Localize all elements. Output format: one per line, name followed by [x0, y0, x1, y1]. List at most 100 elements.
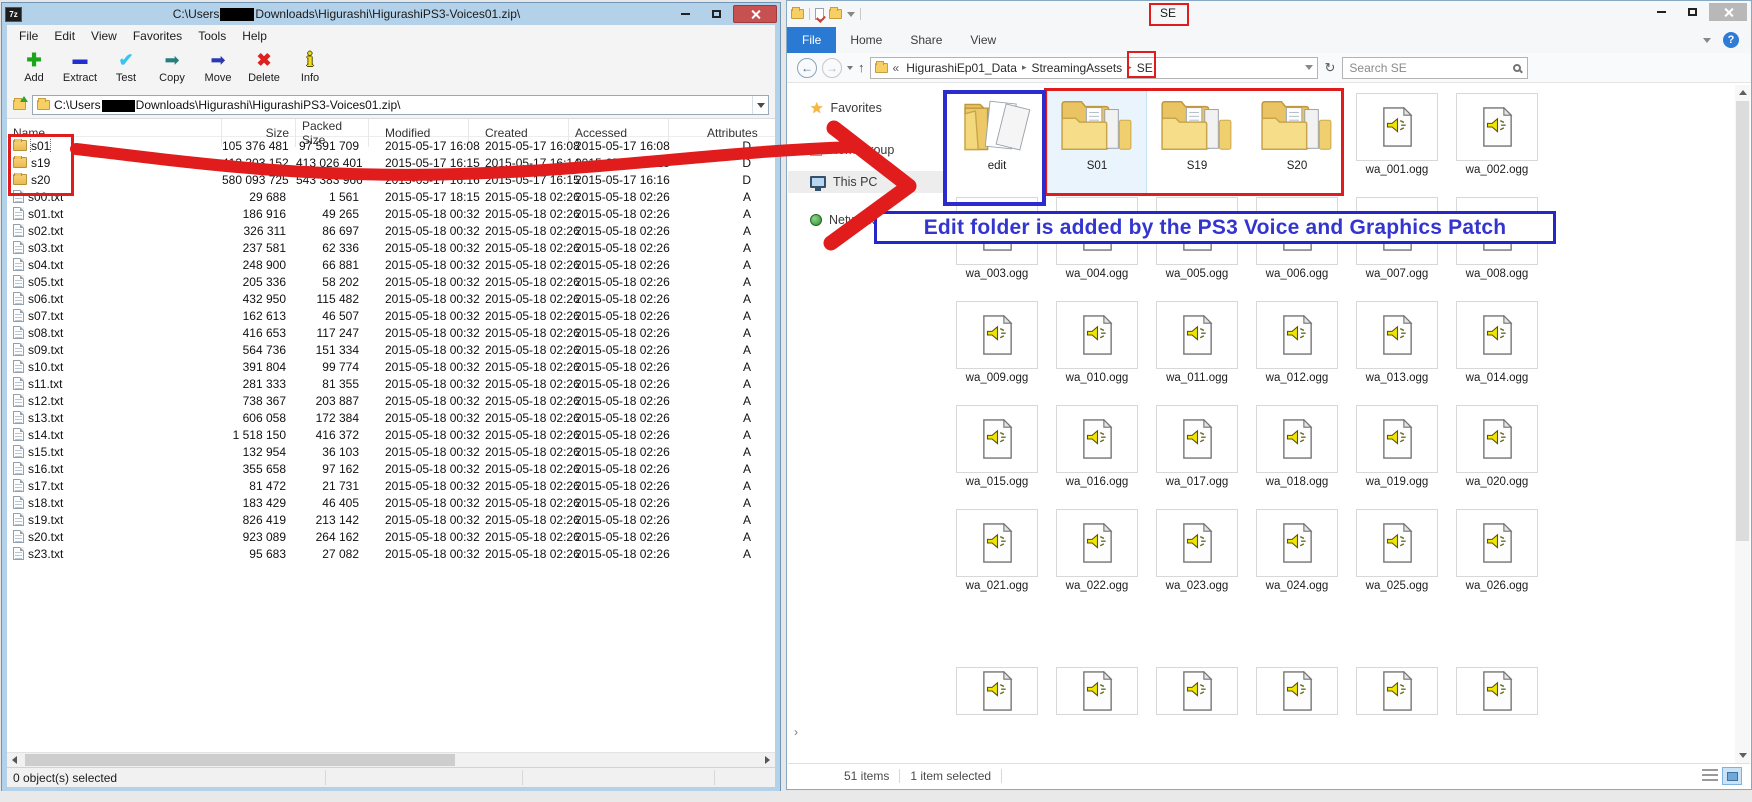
table-row[interactable]: s20580 093 725543 383 9662015-05-17 16:1…: [7, 171, 775, 188]
file-item[interactable]: wa_022.ogg: [1048, 507, 1146, 611]
file-item[interactable]: wa_019.ogg: [1348, 403, 1446, 507]
file-item[interactable]: wa_001.ogg: [1348, 91, 1446, 195]
close-button[interactable]: [733, 5, 777, 23]
breadcrumb-overflow-icon[interactable]: «: [891, 61, 902, 75]
nav-scroll-icon[interactable]: ›: [794, 725, 798, 739]
toolbar-delete-button[interactable]: ✖Delete: [243, 48, 285, 84]
toolbar-copy-button[interactable]: ➡Copy: [151, 48, 193, 84]
expand-ribbon-icon[interactable]: [1703, 38, 1711, 43]
customize-qat-icon[interactable]: [847, 12, 855, 17]
file-item[interactable]: [1248, 611, 1346, 715]
table-row[interactable]: s17.txt81 47221 7312015-05-18 00:322015-…: [7, 477, 775, 494]
table-row[interactable]: s07.txt162 61346 5072015-05-18 00:322015…: [7, 307, 775, 324]
sidebar-item-network[interactable]: Network: [788, 209, 946, 231]
table-row[interactable]: s10.txt391 80499 7742015-05-18 00:322015…: [7, 358, 775, 375]
toolbar-extract-button[interactable]: ▬Extract: [59, 48, 101, 84]
table-row[interactable]: s01105 376 48197 591 7092015-05-17 16:08…: [7, 137, 775, 154]
file-item[interactable]: wa_003.ogg: [948, 195, 1046, 299]
menu-edit[interactable]: Edit: [46, 29, 83, 43]
minimize-button[interactable]: [1647, 3, 1676, 21]
table-row[interactable]: s19.txt826 419213 1422015-05-18 00:32201…: [7, 511, 775, 528]
file-item[interactable]: wa_014.ogg: [1448, 299, 1546, 403]
file-item[interactable]: wa_021.ogg: [948, 507, 1046, 611]
table-row[interactable]: s01.txt186 91649 2652015-05-18 00:322015…: [7, 205, 775, 222]
toolbar-info-button[interactable]: iInfo: [289, 48, 331, 84]
7zip-titlebar[interactable]: 7z C:\UsersDownloads\Higurashi\Higurashi…: [2, 3, 780, 25]
horizontal-scrollbar[interactable]: [7, 752, 775, 767]
file-item[interactable]: wa_020.ogg: [1448, 403, 1546, 507]
toolbar-move-button[interactable]: ➡Move: [197, 48, 239, 84]
table-row[interactable]: s15.txt132 95436 1032015-05-18 00:322015…: [7, 443, 775, 460]
sidebar-item-favorites[interactable]: ★Favorites: [788, 97, 946, 119]
sidebar-item-this-pc[interactable]: This PC: [788, 171, 946, 193]
folder-item[interactable]: edit: [948, 91, 1046, 195]
file-item[interactable]: wa_002.ogg: [1448, 91, 1546, 195]
scroll-right-icon[interactable]: [765, 756, 770, 764]
table-row[interactable]: s18.txt183 42946 4052015-05-18 00:322015…: [7, 494, 775, 511]
maximize-button[interactable]: [1678, 3, 1707, 21]
7zip-address-combobox[interactable]: C:\UsersDownloads\Higurashi\HigurashiPS3…: [32, 95, 769, 115]
list-column-headers[interactable]: NameSizePacked SizeModifiedCreatedAccess…: [7, 119, 775, 137]
file-item[interactable]: wa_024.ogg: [1248, 507, 1346, 611]
forward-button[interactable]: →: [822, 58, 842, 78]
recent-locations-icon[interactable]: [847, 66, 853, 70]
file-item[interactable]: wa_026.ogg: [1448, 507, 1546, 611]
address-dropdown-button[interactable]: [752, 96, 768, 114]
scrollbar-thumb[interactable]: [1736, 101, 1749, 541]
tab-home[interactable]: Home: [836, 27, 896, 53]
table-row[interactable]: s11.txt281 33381 3552015-05-18 00:322015…: [7, 375, 775, 392]
folder-item[interactable]: S01: [1048, 91, 1146, 195]
thumbnail-view-button[interactable]: [1722, 767, 1742, 785]
file-item[interactable]: wa_012.ogg: [1248, 299, 1346, 403]
file-item[interactable]: wa_006.ogg: [1248, 195, 1346, 299]
tab-view[interactable]: View: [956, 27, 1010, 53]
table-row[interactable]: s12.txt738 367203 8872015-05-18 00:32201…: [7, 392, 775, 409]
folder-item[interactable]: S20: [1248, 91, 1346, 195]
file-item[interactable]: wa_010.ogg: [1048, 299, 1146, 403]
file-item[interactable]: [1348, 611, 1446, 715]
address-dropdown-button[interactable]: [1301, 65, 1317, 70]
breadcrumb-item[interactable]: SE: [1135, 61, 1155, 75]
file-item[interactable]: [948, 611, 1046, 715]
properties-shortcut-icon[interactable]: [815, 8, 824, 20]
scroll-down-icon[interactable]: [1739, 753, 1747, 758]
breadcrumb-item[interactable]: HigurashiEp01_Data: [904, 61, 1019, 75]
tab-file[interactable]: File: [787, 27, 836, 53]
file-item[interactable]: [1048, 611, 1146, 715]
menu-favorites[interactable]: Favorites: [125, 29, 190, 43]
root-folder-icon[interactable]: [13, 100, 26, 110]
menu-tools[interactable]: Tools: [190, 29, 234, 43]
explorer-titlebar[interactable]: SE: [787, 1, 1751, 27]
file-item[interactable]: wa_009.ogg: [948, 299, 1046, 403]
table-row[interactable]: s23.txt95 68327 0822015-05-18 00:322015-…: [7, 545, 775, 562]
file-item[interactable]: wa_025.ogg: [1348, 507, 1446, 611]
up-button[interactable]: ↑: [858, 60, 865, 75]
toolbar-test-button[interactable]: ✔Test: [105, 48, 147, 84]
menu-file[interactable]: File: [11, 29, 46, 43]
scroll-left-icon[interactable]: [12, 756, 17, 764]
table-row[interactable]: s13.txt606 058172 3842015-05-18 00:32201…: [7, 409, 775, 426]
file-item[interactable]: wa_017.ogg: [1148, 403, 1246, 507]
file-item[interactable]: wa_008.ogg: [1448, 195, 1546, 299]
file-item[interactable]: [1148, 611, 1246, 715]
sidebar-item-homegroup[interactable]: Homegroup: [788, 139, 946, 161]
table-row[interactable]: s05.txt205 33658 2022015-05-18 00:322015…: [7, 273, 775, 290]
table-row[interactable]: s02.txt326 31186 6972015-05-18 00:322015…: [7, 222, 775, 239]
file-item[interactable]: wa_018.ogg: [1248, 403, 1346, 507]
help-icon[interactable]: [1723, 32, 1739, 48]
table-row[interactable]: s06.txt432 950115 4822015-05-18 00:32201…: [7, 290, 775, 307]
table-row[interactable]: s16.txt355 65897 1622015-05-18 00:322015…: [7, 460, 775, 477]
vertical-scrollbar[interactable]: [1735, 85, 1750, 763]
table-row[interactable]: s09.txt564 736151 3342015-05-18 00:32201…: [7, 341, 775, 358]
file-item[interactable]: wa_013.ogg: [1348, 299, 1446, 403]
new-folder-shortcut-icon[interactable]: [829, 9, 842, 19]
maximize-button[interactable]: [702, 5, 731, 23]
file-item[interactable]: wa_023.ogg: [1148, 507, 1246, 611]
file-item[interactable]: wa_011.ogg: [1148, 299, 1246, 403]
menu-help[interactable]: Help: [234, 29, 275, 43]
menu-view[interactable]: View: [83, 29, 125, 43]
details-view-button[interactable]: [1702, 769, 1718, 783]
toolbar-add-button[interactable]: ✚Add: [13, 48, 55, 84]
file-item[interactable]: [1448, 611, 1546, 715]
file-item[interactable]: wa_004.ogg: [1048, 195, 1146, 299]
